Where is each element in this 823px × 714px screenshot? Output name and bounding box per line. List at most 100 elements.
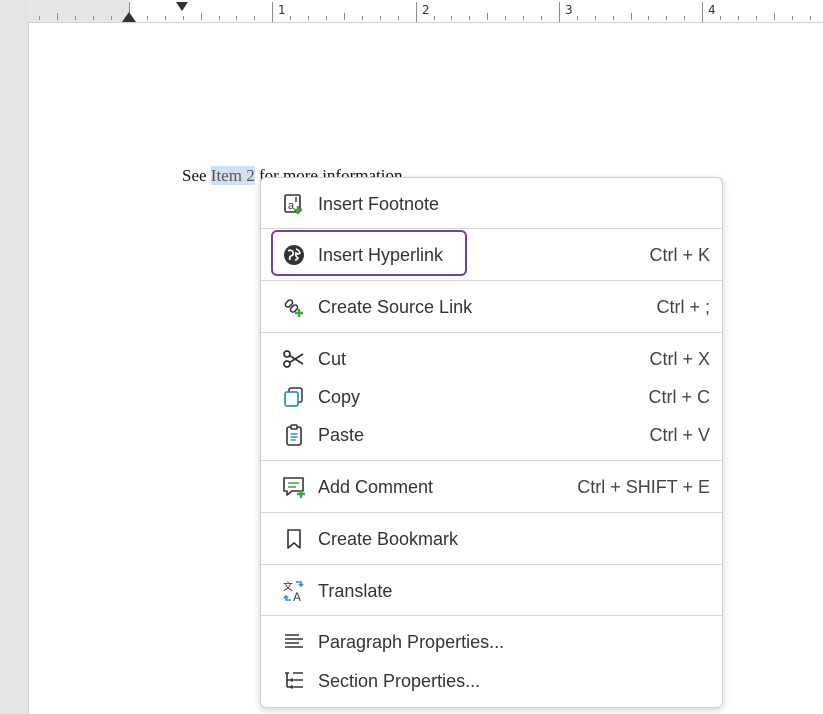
ruler-tick (684, 16, 686, 20)
ruler-tick (200, 13, 202, 20)
ruler-tick (576, 16, 578, 20)
menu-item-label: Create Source Link (318, 296, 473, 317)
menu-item-label: Copy (318, 386, 361, 407)
menu-item-create-source-link[interactable]: Create Source Link Ctrl + ; (261, 289, 722, 325)
ruler-tick (379, 16, 381, 20)
menu-item-paragraph-properties[interactable]: Paragraph Properties... (261, 624, 722, 660)
ruler-tick (39, 16, 41, 20)
ruler-tick (236, 16, 238, 20)
translate-icon: 文 A (282, 579, 306, 603)
menu-divider (261, 280, 722, 281)
svg-text:a: a (288, 200, 295, 212)
shortcut-label: Ctrl + K (649, 244, 710, 265)
menu-item-add-comment[interactable]: Add Comment Ctrl + SHIFT + E (261, 469, 722, 505)
ruler-left-margin (28, 0, 129, 22)
ruler-tick (308, 16, 310, 20)
ruler-number-3: 3 (565, 3, 573, 17)
menu-item-copy[interactable]: Copy Ctrl + C (261, 379, 722, 415)
menu-item-label: Paragraph Properties... (318, 631, 505, 652)
ruler-tick (738, 16, 740, 20)
ruler-tick (702, 2, 704, 22)
ruler-tick (505, 16, 507, 20)
menu-item-create-bookmark[interactable]: Create Bookmark (261, 521, 722, 557)
ruler-tick (272, 2, 274, 22)
source-link-icon (282, 295, 306, 319)
menu-divider (261, 228, 722, 229)
menu-divider (261, 564, 722, 565)
menu-divider (261, 332, 722, 333)
ruler-tick (648, 16, 650, 20)
menu-item-label: Cut (318, 348, 347, 369)
ruler-tick (594, 16, 596, 20)
ruler-number-2: 2 (422, 3, 430, 17)
menu-item-label: Insert Hyperlink (318, 244, 444, 265)
context-menu: a Insert Footnote Insert Hyperlink Ctrl … (260, 177, 723, 708)
ruler-tick (218, 16, 220, 20)
svg-text:A: A (293, 590, 301, 603)
ruler-tick (146, 16, 148, 20)
shortcut-label: Ctrl + C (648, 386, 710, 407)
ruler-tick (361, 16, 363, 20)
ruler-tick (415, 2, 417, 22)
menu-divider (261, 512, 722, 513)
menu-item-insert-hyperlink[interactable]: Insert Hyperlink Ctrl + K (261, 237, 722, 273)
footnote-icon: a (282, 192, 306, 216)
globe-icon (282, 243, 306, 267)
ruler-tick (451, 16, 453, 20)
menu-item-paste[interactable]: Paste Ctrl + V (261, 417, 722, 453)
page-edge (28, 22, 29, 714)
ruler-tick (791, 16, 793, 20)
ruler-tick (433, 16, 435, 20)
menu-item-label: Insert Footnote (318, 193, 440, 214)
menu-item-label: Section Properties... (318, 670, 481, 691)
comment-icon (282, 475, 306, 499)
menu-item-label: Add Comment (318, 476, 434, 497)
selected-text[interactable]: Item 2 (210, 166, 255, 185)
ruler-tick (469, 16, 471, 20)
menu-item-cut[interactable]: Cut Ctrl + X (261, 341, 722, 377)
ruler-tick (57, 13, 59, 20)
ruler-tick (558, 2, 560, 22)
paragraph-icon (282, 630, 306, 654)
scissors-icon (282, 347, 306, 371)
ruler-tick (809, 16, 811, 20)
ruler-tick (397, 16, 399, 20)
svg-text:文: 文 (283, 580, 293, 593)
menu-divider (261, 615, 722, 616)
ruler-tick (93, 16, 95, 20)
ruler-tick (773, 13, 775, 20)
ruler-tick (254, 16, 256, 20)
section-icon (282, 669, 306, 693)
menu-item-section-properties[interactable]: Section Properties... (261, 663, 722, 699)
ruler-tick (487, 13, 489, 20)
shortcut-label: Ctrl + SHIFT + E (577, 476, 710, 497)
shortcut-label: Ctrl + ; (656, 296, 710, 317)
ruler-tick (630, 13, 632, 20)
clipboard-icon (282, 423, 306, 447)
menu-item-label: Paste (318, 424, 365, 445)
ruler-tick (164, 16, 166, 20)
menu-item-insert-footnote[interactable]: a Insert Footnote (261, 186, 722, 222)
ruler-tick (111, 16, 113, 20)
ruler-tick (540, 16, 542, 20)
menu-item-translate[interactable]: 文 A Translate (261, 573, 722, 609)
ruler-tick (75, 16, 77, 20)
ruler-tick (290, 16, 292, 20)
text-before: See (182, 166, 211, 185)
menu-divider (261, 460, 722, 461)
menu-item-label: Translate (318, 580, 393, 601)
ruler-tick (326, 16, 328, 20)
ruler-tick (612, 16, 614, 20)
horizontal-ruler[interactable]: 1 2 3 4 (28, 0, 823, 23)
bookmark-icon (282, 527, 306, 551)
ruler-tick (182, 16, 184, 20)
first-line-indent-marker[interactable] (176, 2, 188, 11)
ruler-tick (720, 16, 722, 20)
copy-icon (282, 385, 306, 409)
ruler-tick (755, 16, 757, 20)
ruler-number-4: 4 (708, 3, 716, 17)
left-gutter (0, 0, 28, 714)
menu-item-label: Create Bookmark (318, 528, 459, 549)
ruler-tick (666, 16, 668, 20)
left-indent-marker[interactable] (122, 12, 136, 22)
